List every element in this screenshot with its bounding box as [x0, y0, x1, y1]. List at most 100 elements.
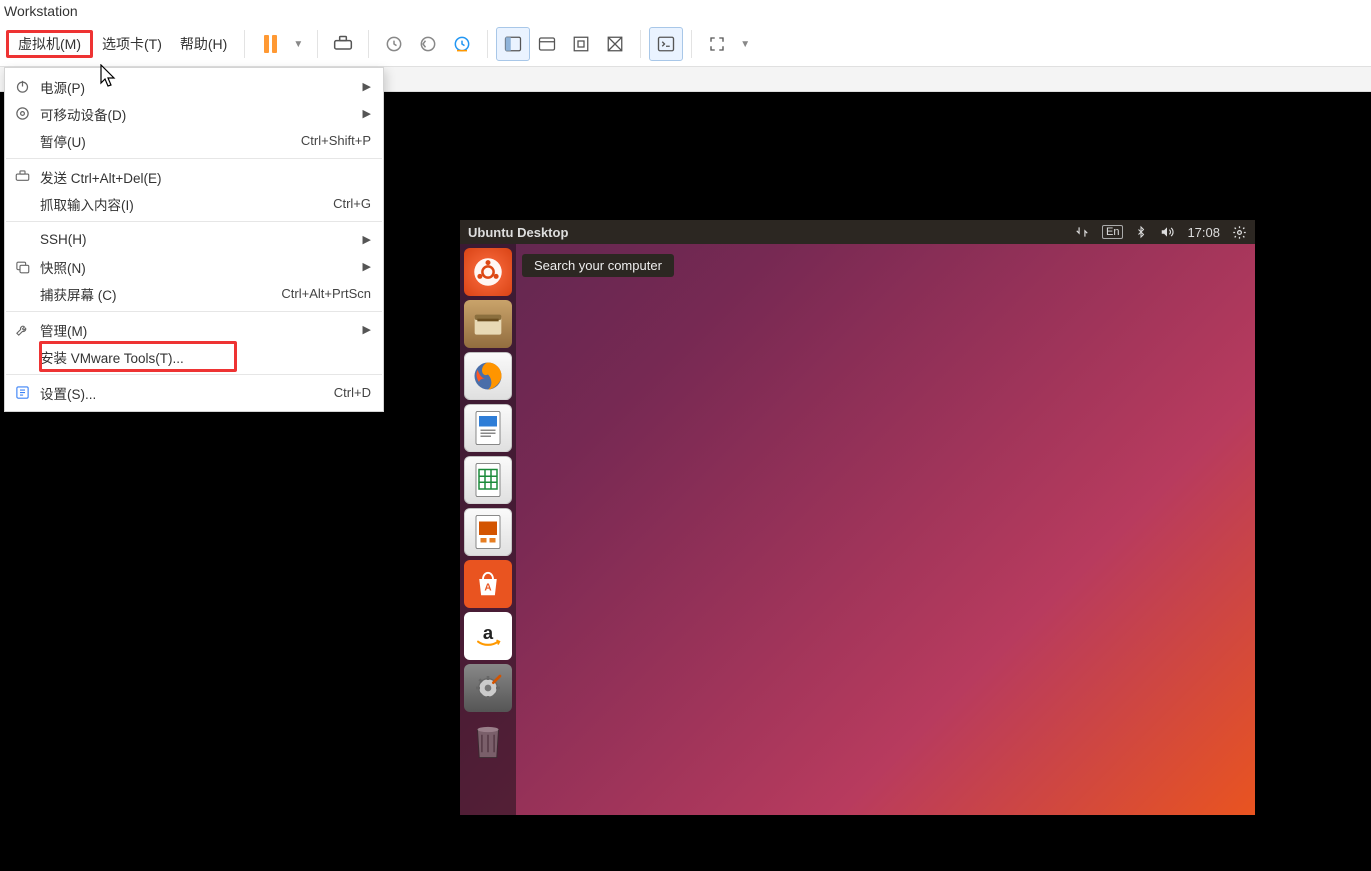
- launcher-calc[interactable]: [464, 456, 512, 504]
- toolbar-separator: [317, 30, 318, 58]
- snapshot-revert-button[interactable]: [411, 27, 445, 61]
- menu-settings-accel: Ctrl+D: [334, 385, 371, 400]
- document-icon: [472, 410, 504, 446]
- vm-dropdown-menu: 电源(P) ▶ 可移动设备(D) ▶ 暂停(U) Ctrl+Shift+P 发送…: [4, 67, 384, 412]
- guest-top-bar[interactable]: Ubuntu Desktop En 17:08: [460, 220, 1255, 244]
- console-button[interactable]: [649, 27, 683, 61]
- mouse-cursor-icon: [100, 64, 118, 88]
- network-icon[interactable]: [1074, 225, 1090, 239]
- menu-send-cad-label: 发送 Ctrl+Alt+Del(E): [40, 167, 371, 187]
- fullscreen-button[interactable]: [700, 27, 734, 61]
- menu-help[interactable]: 帮助(H): [171, 30, 236, 58]
- menu-snapshot-label: 快照(N): [40, 257, 354, 277]
- menu-removable-label: 可移动设备(D): [40, 104, 354, 124]
- menu-grab-input[interactable]: 抓取输入内容(I) Ctrl+G: [5, 190, 383, 217]
- clock-manage-icon: [452, 34, 472, 54]
- menu-vm[interactable]: 虚拟机(M): [6, 30, 93, 58]
- console-icon: [657, 35, 675, 53]
- clock-icon: [384, 34, 404, 54]
- menu-power-label: 电源(P): [40, 77, 354, 97]
- submenu-arrow-icon: ▶: [363, 80, 371, 93]
- launcher-amazon[interactable]: a: [464, 612, 512, 660]
- launcher-trash[interactable]: [464, 716, 512, 764]
- launcher-dash[interactable]: [464, 248, 512, 296]
- view-single-button[interactable]: [530, 27, 564, 61]
- menu-ssh-label: SSH(H): [40, 232, 354, 247]
- fullscreen-icon: [708, 35, 726, 53]
- menu-power[interactable]: 电源(P) ▶: [5, 73, 383, 100]
- menu-capture-accel: Ctrl+Alt+PrtScn: [281, 286, 371, 301]
- fit-icon: [572, 35, 590, 53]
- clock[interactable]: 17:08: [1187, 225, 1220, 240]
- wrench-icon: [13, 321, 31, 339]
- menu-capture-screen[interactable]: 捕获屏幕 (C) Ctrl+Alt+PrtScn: [5, 280, 383, 307]
- gear-wrench-icon: [472, 672, 504, 704]
- guest-tooltip: Search your computer: [522, 254, 674, 277]
- menu-tabs[interactable]: 选项卡(T): [93, 30, 171, 58]
- menu-pause[interactable]: 暂停(U) Ctrl+Shift+P: [5, 127, 383, 154]
- submenu-arrow-icon: ▶: [363, 260, 371, 273]
- power-dropdown-caret[interactable]: ▼: [287, 39, 309, 50]
- launcher-settings[interactable]: [464, 664, 512, 712]
- menu-install-tools-label: 安装 VMware Tools(T)...: [40, 347, 371, 367]
- menu-capture-label: 捕获屏幕 (C): [40, 284, 272, 304]
- toolbar-separator: [487, 30, 488, 58]
- send-cad-button[interactable]: [326, 27, 360, 61]
- fullscreen-dropdown-caret[interactable]: ▼: [734, 39, 756, 50]
- language-indicator[interactable]: En: [1102, 225, 1123, 239]
- menu-send-cad[interactable]: 发送 Ctrl+Alt+Del(E): [5, 163, 383, 190]
- menu-settings-label: 设置(S)...: [40, 383, 325, 403]
- toolbar-separator: [244, 30, 245, 58]
- submenu-arrow-icon: ▶: [363, 323, 371, 336]
- menu-snapshot[interactable]: 快照(N) ▶: [5, 253, 383, 280]
- toolbar-separator: [640, 30, 641, 58]
- pause-icon: [264, 35, 277, 53]
- settings-icon: [13, 384, 31, 402]
- sidebar-icon: [504, 35, 522, 53]
- view-sidebar-button[interactable]: [496, 27, 530, 61]
- guest-desktop[interactable]: Ubuntu Desktop En 17:08 A a Search your …: [460, 220, 1255, 815]
- launcher-software[interactable]: A: [464, 560, 512, 608]
- shopping-bag-icon: A: [473, 569, 503, 599]
- snapshot-manager-button[interactable]: [445, 27, 479, 61]
- toolbar-separator: [368, 30, 369, 58]
- files-icon: [472, 310, 504, 338]
- menu-grab-label: 抓取输入内容(I): [40, 194, 324, 214]
- menu-removable[interactable]: 可移动设备(D) ▶: [5, 100, 383, 127]
- volume-icon[interactable]: [1159, 225, 1175, 239]
- menu-settings[interactable]: 设置(S)... Ctrl+D: [5, 379, 383, 406]
- view-free-button[interactable]: [598, 27, 632, 61]
- clock-back-icon: [418, 34, 438, 54]
- svg-text:A: A: [484, 582, 491, 593]
- pause-vm-button[interactable]: [253, 27, 287, 61]
- bluetooth-icon[interactable]: [1135, 224, 1147, 240]
- ubuntu-icon: [473, 257, 503, 287]
- menu-pause-accel: Ctrl+Shift+P: [301, 133, 371, 148]
- menu-install-vmware-tools[interactable]: 安装 VMware Tools(T)...: [5, 343, 383, 370]
- gear-icon[interactable]: [1232, 225, 1247, 240]
- guest-top-bar-title: Ubuntu Desktop: [468, 225, 1074, 240]
- launcher-files[interactable]: [464, 300, 512, 348]
- menu-manage-label: 管理(M): [40, 320, 354, 340]
- menu-separator: [6, 221, 382, 222]
- svg-text:a: a: [483, 622, 494, 643]
- launcher-impress[interactable]: [464, 508, 512, 556]
- trash-icon: [470, 719, 506, 761]
- menu-separator: [6, 311, 382, 312]
- app-title: Workstation: [0, 0, 1371, 22]
- guest-indicators: En 17:08: [1074, 224, 1247, 240]
- keyboard-icon: [13, 168, 31, 186]
- launcher-writer[interactable]: [464, 404, 512, 452]
- view-fit-button[interactable]: [564, 27, 598, 61]
- guest-launcher: A a: [460, 244, 516, 815]
- menu-pause-label: 暂停(U): [40, 131, 292, 151]
- menu-separator: [6, 158, 382, 159]
- menu-manage[interactable]: 管理(M) ▶: [5, 316, 383, 343]
- submenu-arrow-icon: ▶: [363, 233, 371, 246]
- window-icon: [538, 35, 556, 53]
- menu-grab-accel: Ctrl+G: [333, 196, 371, 211]
- launcher-firefox[interactable]: [464, 352, 512, 400]
- menu-ssh[interactable]: SSH(H) ▶: [5, 226, 383, 253]
- firefox-icon: [470, 358, 506, 394]
- snapshot-take-button[interactable]: [377, 27, 411, 61]
